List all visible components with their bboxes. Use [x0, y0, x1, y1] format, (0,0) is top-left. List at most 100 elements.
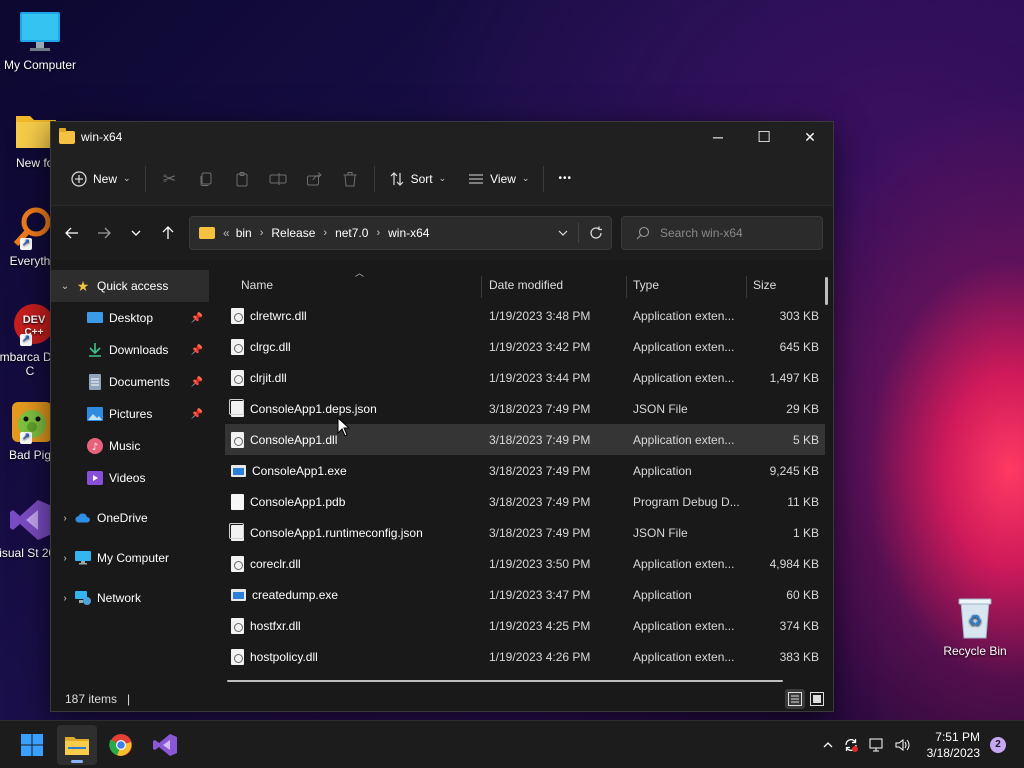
nav-music[interactable]: ♪ Music: [51, 430, 209, 462]
notification-badge[interactable]: 2: [990, 737, 1006, 753]
svg-text:♪: ♪: [92, 442, 98, 453]
column-divider[interactable]: [626, 276, 627, 298]
taskbar-visual-studio[interactable]: [145, 725, 185, 765]
recent-locations-button[interactable]: [121, 218, 151, 248]
horizontal-scrollbar[interactable]: [227, 680, 783, 682]
delete-button[interactable]: [332, 162, 368, 196]
breadcrumb-bin[interactable]: bin: [236, 226, 252, 240]
table-row[interactable]: hostpolicy.dll 1/19/2023 4:26 PM Applicati…: [225, 641, 825, 672]
folder-icon: [65, 737, 89, 755]
chevron-right-icon[interactable]: ›: [55, 553, 75, 564]
search-input[interactable]: Search win-x64: [621, 216, 823, 250]
file-name: createdump.exe: [252, 587, 339, 602]
more-options-button[interactable]: •••: [550, 162, 580, 196]
rename-button[interactable]: [260, 162, 296, 196]
nav-downloads[interactable]: Downloads 📌: [51, 334, 209, 366]
table-row[interactable]: ConsoleApp1.exe 3/18/2023 7:49 PM Applicat…: [225, 455, 825, 486]
network-status-button[interactable]: [864, 725, 890, 765]
refresh-button[interactable]: [581, 218, 611, 248]
nav-onedrive[interactable]: › OneDrive: [51, 502, 209, 534]
pin-icon[interactable]: 📌: [191, 313, 203, 324]
chevron-down-icon[interactable]: ⌄: [55, 281, 75, 292]
sync-status-button[interactable]: [838, 725, 864, 765]
address-bar[interactable]: « bin › Release › net7.0 › win-x64: [189, 216, 612, 250]
column-divider[interactable]: [746, 276, 747, 298]
table-row[interactable]: ConsoleApp1.deps.json 3/18/2023 7:49 PM JS…: [225, 393, 825, 424]
minimize-button[interactable]: ─: [695, 122, 741, 152]
chevron-right-icon[interactable]: ›: [55, 593, 75, 604]
table-row[interactable]: coreclr.dll 1/19/2023 3:50 PM Application …: [225, 548, 825, 579]
table-row[interactable]: ConsoleApp1.runtimeconfig.json 3/18/2023 …: [225, 517, 825, 548]
table-row[interactable]: clrgc.dll 1/19/2023 3:42 PM Application ex…: [225, 331, 825, 362]
pin-icon[interactable]: 📌: [191, 409, 203, 420]
column-header-date[interactable]: Date modified: [489, 270, 563, 300]
pin-icon[interactable]: 📌: [191, 377, 203, 388]
taskbar-chrome[interactable]: [101, 725, 141, 765]
breadcrumb-overflow[interactable]: «: [223, 226, 230, 240]
nav-desktop[interactable]: Desktop 📌: [51, 302, 209, 334]
paste-button[interactable]: [224, 162, 260, 196]
up-button[interactable]: [153, 218, 183, 248]
nav-videos[interactable]: Videos: [51, 462, 209, 494]
maximize-button[interactable]: ☐: [741, 122, 787, 152]
back-button[interactable]: [57, 218, 87, 248]
details-view-button[interactable]: [785, 689, 805, 709]
column-divider[interactable]: [481, 276, 482, 298]
plus-circle-icon: [71, 170, 87, 187]
breadcrumb-net70[interactable]: net7.0: [335, 226, 368, 240]
vertical-scrollbar[interactable]: [825, 277, 828, 305]
sort-button[interactable]: Sort ⌄: [381, 162, 455, 196]
desktop-icon-my-computer[interactable]: My Computer: [0, 10, 80, 72]
table-row[interactable]: clrjit.dll 1/19/2023 3:44 PM Application e…: [225, 362, 825, 393]
table-row[interactable]: createdump.exe 1/19/2023 3:47 PM Applicati…: [225, 579, 825, 610]
new-button[interactable]: New ⌄: [63, 162, 139, 196]
table-row[interactable]: hostfxr.dll 1/19/2023 4:25 PM Application …: [225, 610, 825, 641]
file-list: ︿ Name Date modified Type Size clretwrc.…: [225, 268, 825, 682]
share-button[interactable]: [296, 162, 332, 196]
address-dropdown-button[interactable]: [548, 218, 578, 248]
nav-documents[interactable]: Documents 📌: [51, 366, 209, 398]
column-header-size[interactable]: Size: [753, 270, 776, 300]
chevron-right-icon[interactable]: ›: [55, 513, 75, 524]
file-explorer-window[interactable]: win-x64 ─ ☐ ✕ New ⌄ ✂ Sort ⌄ View ⌄ ••• …: [50, 121, 834, 712]
show-hidden-icons-button[interactable]: [818, 725, 838, 765]
chevron-right-icon: ›: [376, 227, 381, 239]
clock[interactable]: 7:51 PM 3/18/2023: [927, 729, 980, 761]
volume-button[interactable]: [890, 725, 916, 765]
cut-button[interactable]: ✂: [152, 162, 188, 196]
forward-button[interactable]: [89, 218, 119, 248]
table-row[interactable]: ConsoleApp1.dll 3/18/2023 7:49 PM Applicat…: [225, 424, 825, 455]
table-row[interactable]: clretwrc.dll 1/19/2023 3:48 PM Application…: [225, 300, 825, 331]
file-name: hostfxr.dll: [250, 618, 301, 633]
close-button[interactable]: ✕: [787, 122, 833, 152]
title-bar[interactable]: win-x64 ─ ☐ ✕: [51, 122, 833, 152]
tiles-view-icon: [810, 692, 824, 706]
column-header-name[interactable]: Name: [241, 270, 273, 300]
desktop-icon-recycle-bin[interactable]: ♻ Recycle Bin: [935, 596, 1015, 658]
table-row[interactable]: ConsoleApp1.pdb 3/18/2023 7:49 PM Program …: [225, 486, 825, 517]
nav-pictures[interactable]: Pictures 📌: [51, 398, 209, 430]
taskbar-file-explorer[interactable]: [57, 725, 97, 765]
svg-text:♻: ♻: [968, 611, 982, 630]
clock-date: 3/18/2023: [926, 746, 980, 760]
download-icon: [87, 342, 103, 358]
file-type: Application exten...: [633, 649, 735, 664]
windows-logo-icon: [21, 734, 43, 756]
file-name-cell: ConsoleApp1.pdb: [231, 486, 345, 517]
pin-icon[interactable]: 📌: [191, 345, 203, 356]
divider: [543, 165, 545, 192]
breadcrumb-win-x64[interactable]: win-x64: [388, 226, 429, 240]
copy-button[interactable]: [188, 162, 224, 196]
nav-quick-access[interactable]: ⌄ ★ Quick access: [51, 270, 209, 302]
breadcrumb-release[interactable]: Release: [271, 226, 315, 240]
chevron-down-icon: [131, 230, 141, 236]
column-header-type[interactable]: Type: [633, 270, 659, 300]
pig-icon: ↗: [8, 400, 52, 444]
tiles-view-button[interactable]: [807, 689, 827, 709]
start-button[interactable]: [12, 725, 52, 765]
dll-file-icon: [231, 648, 244, 665]
nav-network[interactable]: › Network: [51, 582, 209, 614]
nav-my-computer[interactable]: › My Computer: [51, 542, 209, 574]
file-date: 3/18/2023 7:49 PM: [489, 494, 591, 509]
view-button[interactable]: View ⌄: [460, 162, 537, 196]
